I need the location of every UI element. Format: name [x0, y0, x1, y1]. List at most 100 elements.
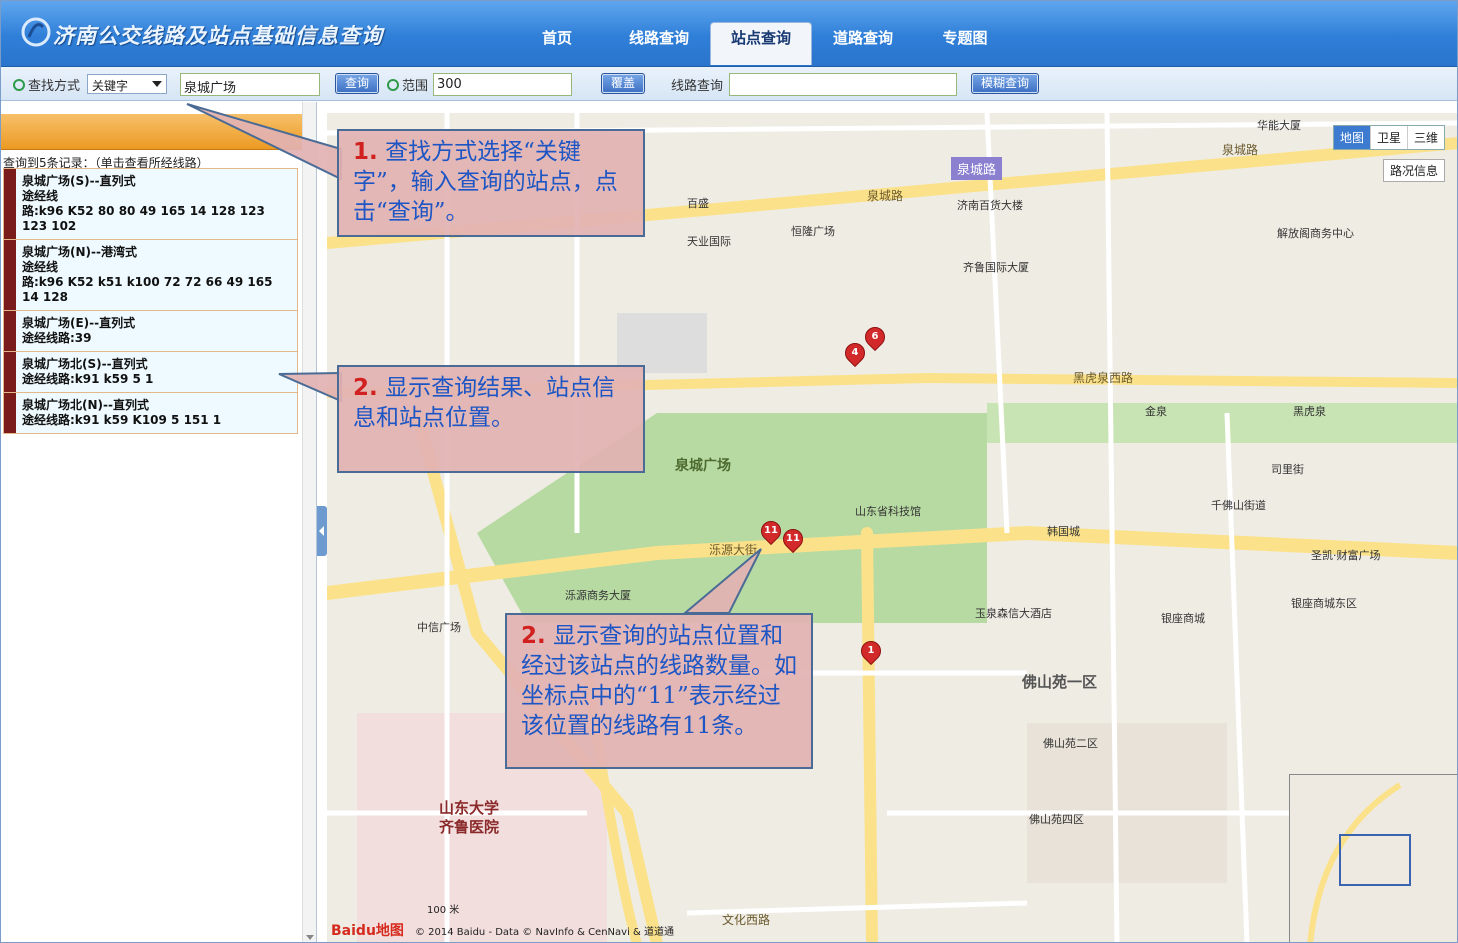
tab-road-query[interactable]: 道路查询	[812, 24, 914, 62]
map-type-satellite[interactable]: 卫星	[1369, 126, 1407, 149]
record-routes: 途经线路:39	[22, 331, 92, 345]
app-title: 济南公交线路及站点基础信息查询	[53, 23, 383, 48]
cover-button[interactable]: 覆盖	[601, 73, 645, 94]
callout-step-2: 2. 显示查询结果、站点信息和站点位置。	[337, 365, 645, 473]
map-view[interactable]: 泉城广场 泉城路 泉城路 泺源大街 黑虎泉西路 文化西路 佛山苑一区 山东大学 …	[327, 113, 1457, 942]
list-item[interactable]: 泉城广场(S)--直列式 途经线 路:k96 K52 80 80 49 165 …	[3, 168, 298, 240]
tab-stop-query[interactable]: 站点查询	[710, 22, 812, 65]
map-poi: 佛山苑二区	[1043, 737, 1098, 750]
results-panel: 查询到5条记录：（单击查看所经线路） 泉城广场(S)--直列式 途经线 路:k9…	[1, 102, 317, 942]
map-copyright: © 2014 Baidu - Data © NavInfo & CenNavi …	[415, 927, 674, 938]
pin-label: 6	[871, 331, 879, 342]
main-nav: 首页 线路查询 站点查询 道路查询 专题图	[506, 22, 1016, 67]
map-poi: 天业国际	[687, 235, 731, 248]
map-label-park: 泉城广场	[675, 458, 731, 474]
panel-collapse-button[interactable]	[317, 506, 327, 556]
tab-home[interactable]: 首页	[506, 24, 608, 62]
pin-label: 11	[786, 533, 800, 544]
map-poi: 佛山苑四区	[1029, 813, 1084, 826]
chevron-down-icon	[152, 81, 162, 87]
map-poi: 泺源商务大厦	[565, 589, 631, 602]
tab-route-query[interactable]: 线路查询	[608, 24, 710, 62]
map-poi: 百盛	[687, 197, 709, 210]
record-routes-line: 路:k96 K52 k51 k100 72 72 66 49 165 14 12…	[22, 275, 273, 304]
list-item[interactable]: 泉城广场北(S)--直列式 途经线路:k91 k59 5 1	[3, 352, 298, 393]
range-input[interactable]: 300	[433, 73, 572, 96]
map-label-district: 佛山苑一区	[1022, 673, 1098, 691]
list-item[interactable]: 泉城广场(E)--直列式 途经线路:39	[3, 311, 298, 352]
map-poi: 银座商城	[1161, 612, 1205, 625]
results-scrollbar[interactable]	[302, 102, 316, 942]
search-mode-label-wrap: 查找方式	[13, 75, 80, 94]
app-window: 济南公交线路及站点基础信息查询 首页 线路查询 站点查询 道路查询 专题图 查找…	[0, 0, 1458, 943]
record-routes: 途经线	[22, 189, 59, 203]
callout-text: 查找方式选择“关键字”，输入查询的站点，点击“查询”。	[353, 139, 618, 225]
map-poi: 华能大厦	[1257, 119, 1301, 132]
map-type-switcher: 地图 卫星 三维	[1332, 125, 1445, 150]
record-routes-line: 路:k96 K52 80 80 49 165 14 128 123 123 10…	[22, 204, 265, 233]
route-query-input[interactable]	[729, 73, 957, 96]
tab-theme-map[interactable]: 专题图	[914, 24, 1016, 62]
map-poi: 山东省科技馆	[855, 505, 921, 518]
search-mode-value: 关键字	[92, 79, 129, 93]
map-poi: 玉泉森信大酒店	[975, 607, 1052, 620]
refresh-icon	[13, 79, 25, 91]
callout-number: 2.	[521, 623, 546, 649]
traffic-button[interactable]: 路况信息	[1382, 159, 1445, 182]
map-label-road: 黑虎泉西路	[1073, 371, 1134, 385]
record-name: 泉城广场北(N)--直列式	[22, 398, 149, 412]
list-item[interactable]: 泉城广场北(N)--直列式 途经线路:k91 k59 K109 5 151 1	[3, 393, 298, 434]
map-label-road: 泺源大街	[709, 543, 758, 557]
record-name: 泉城广场(E)--直列式	[22, 316, 136, 330]
query-button[interactable]: 查询	[335, 73, 379, 94]
range-label: 范围	[402, 79, 429, 94]
record-name: 泉城广场(S)--直列式	[22, 174, 136, 188]
map-poi: 千佛山街道	[1211, 499, 1266, 512]
overview-canvas	[1307, 782, 1411, 942]
callout-text: 显示查询结果、站点信息和站点位置。	[353, 375, 616, 431]
callout-number: 1.	[353, 139, 378, 165]
map-poi: 圣凯·财富广场	[1311, 549, 1381, 562]
record-routes: 途经线	[22, 260, 59, 274]
map-poi: 齐鲁国际大厦	[963, 261, 1029, 274]
baidu-logo: Baidu地图	[331, 923, 404, 939]
search-mode-select[interactable]: 关键字	[87, 74, 167, 94]
record-routes: 途经线路:k91 k59 5 1	[22, 372, 154, 386]
refresh-icon	[387, 79, 399, 91]
logo-icon	[21, 17, 51, 47]
map-poi: 金泉	[1145, 405, 1167, 418]
map-label-road: 泉城路	[1222, 143, 1259, 157]
search-mode-label: 查找方式	[28, 79, 81, 94]
record-name: 泉城广场(N)--港湾式	[22, 245, 137, 259]
pin-label: 4	[851, 347, 859, 358]
range-label-wrap: 范围	[387, 75, 428, 94]
callout-step-3: 2. 显示查询的站点位置和经过该站点的线路数量。如坐标点中的“11”表示经过该位…	[505, 613, 813, 769]
map-scale: 100 米	[427, 905, 460, 916]
map-poi: 中信广场	[417, 621, 461, 634]
map-overview[interactable]	[1289, 774, 1457, 942]
route-query-label: 线路查询	[671, 79, 724, 94]
pin-label: 1	[867, 645, 875, 656]
pin-label: 11	[764, 525, 778, 536]
map-poi: 司里街	[1271, 463, 1304, 476]
results-summary: 查询到5条记录：（单击查看所经线路）	[3, 156, 209, 170]
map-poi: 解放阁商务中心	[1277, 227, 1354, 240]
map-type-3d[interactable]: 三维	[1406, 126, 1444, 149]
record-name: 泉城广场北(S)--直列式	[22, 357, 148, 371]
map-poi: 韩国城	[1047, 525, 1080, 538]
keyword-input[interactable]: 泉城广场	[180, 73, 320, 96]
map-badge-road: 泉城路	[951, 157, 1003, 180]
search-toolbar: 查找方式 关键字 泉城广场 查询 范围 300 覆盖 线路查询 模糊查询	[1, 67, 1457, 101]
list-item[interactable]: 泉城广场(N)--港湾式 途经线 路:k96 K52 k51 k100 72 7…	[3, 240, 298, 311]
map-label-road: 文化西路	[722, 913, 771, 927]
results-header-bar	[1, 114, 316, 150]
map-poi: 黑虎泉	[1293, 405, 1326, 418]
callout-step-1: 1. 查找方式选择“关键字”，输入查询的站点，点击“查询”。	[337, 129, 645, 237]
map-poi: 恒隆广场	[791, 225, 835, 238]
scroll-down-icon	[306, 935, 314, 940]
results-list: 泉城广场(S)--直列式 途经线 路:k96 K52 80 80 49 165 …	[1, 168, 316, 434]
map-type-map[interactable]: 地图	[1333, 126, 1370, 149]
map-poi: 济南百货大楼	[957, 199, 1023, 212]
fuzzy-query-button[interactable]: 模糊查询	[971, 73, 1039, 94]
callout-text: 显示查询的站点位置和经过该站点的线路数量。如坐标点中的“11”表示经过该位置的线…	[521, 623, 797, 739]
